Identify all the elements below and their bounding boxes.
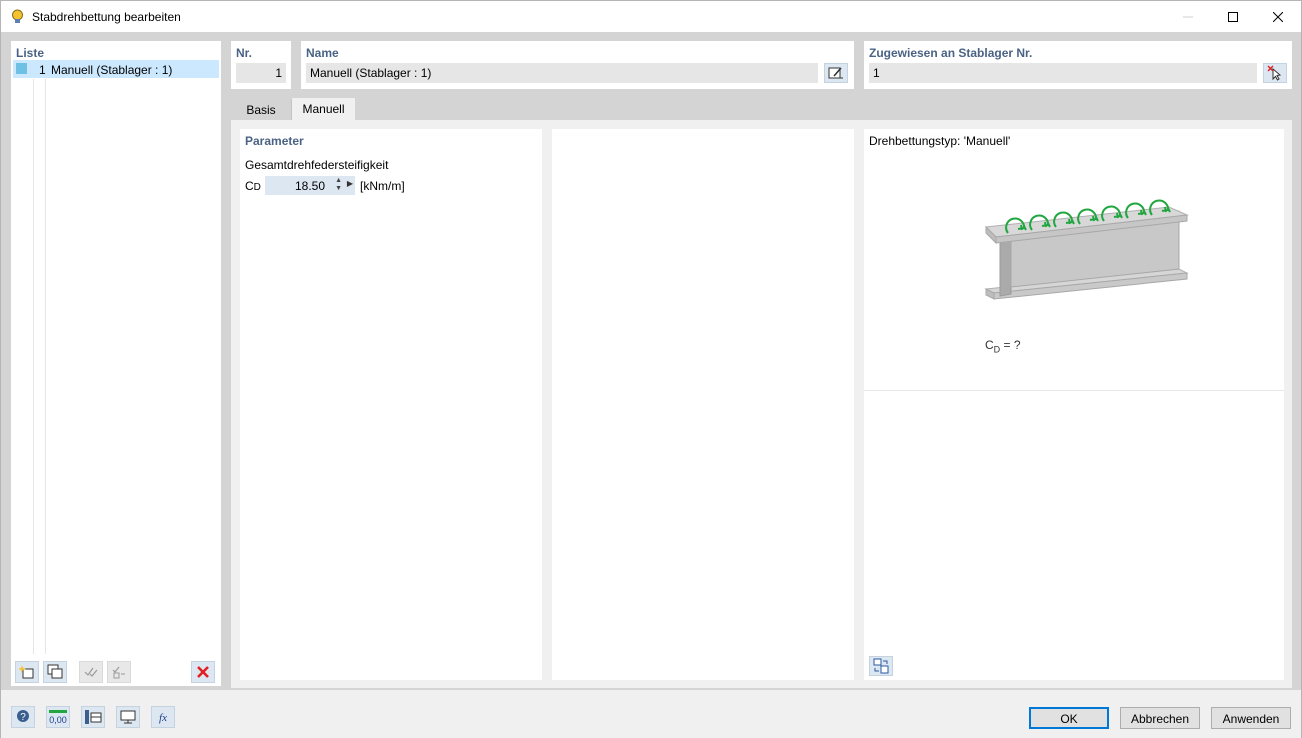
function-button[interactable]: fx [151,706,175,728]
window-title: Stabdrehbettung bearbeiten [32,10,181,24]
tree-guide-line [45,79,46,654]
edit-name-button[interactable] [824,63,848,83]
name-field[interactable]: Manuell (Stablager : 1) [306,63,818,83]
check-all-icon [84,667,98,677]
edit-name-icon [828,67,843,79]
list-item-number: 1 [39,63,46,77]
cancel-button[interactable]: Abbrechen [1120,707,1200,729]
list-item[interactable]: 1 Manuell (Stablager : 1) [13,60,219,78]
app-bulb-icon [12,9,23,23]
name-panel: Name Manuell (Stablager : 1) [301,41,854,89]
units-icon: 0,00 [49,710,67,725]
title-bar: Stabdrehbettung bearbeiten [1,1,1301,32]
copy-item-icon [47,664,63,679]
preview-panel: Drehbettungstyp: 'Manuell' CD = ? [864,129,1284,680]
list-panel: Liste 1 Manuell (Stablager : 1) [11,41,221,686]
swap-view-icon [873,658,889,674]
pick-button[interactable] [1263,63,1287,83]
dialog-body: Liste 1 Manuell (Stablager : 1) Nr. 1 Na… [1,32,1301,690]
help-icon: ? [17,710,29,723]
assigned-panel: Zugewiesen an Stablager Nr. 1 [864,41,1292,89]
nr-label: Nr. [236,46,253,60]
cd-unit: [kNm/m] [360,179,405,193]
beam-spring-icon [984,199,1189,300]
cd-symbol: CD [245,179,261,193]
bottom-bar: ? 0,00 fx OK Abbrechen Anwenden [1,690,1301,738]
maximize-icon [1228,11,1238,22]
cd-value-input[interactable]: 18.50 ▲ ▼ ▶ [265,176,355,195]
nr-field[interactable]: 1 [236,63,286,83]
display-icon [120,710,136,724]
dialog-window: Stabdrehbettung bearbeiten Liste 1 Manue… [0,0,1302,738]
maximize-button[interactable] [1210,1,1256,32]
svg-text:0,00: 0,00 [49,715,67,725]
new-item-button[interactable] [15,661,39,683]
nr-panel: Nr. 1 [231,41,291,89]
list-header: Liste [16,46,45,60]
cd-value: 18.50 [294,179,325,193]
new-item-icon [19,665,34,679]
info-table-icon [85,710,102,724]
help-button[interactable]: ? [11,706,35,728]
stiffness-label: Gesamtdrehfedersteifigkeit [245,158,389,172]
function-icon: fx [159,712,167,724]
list-item-label: Manuell (Stablager : 1) [51,63,173,77]
minimize-button[interactable] [1165,1,1211,32]
arrow-right-icon[interactable]: ▶ [347,179,353,188]
uncheck-button[interactable] [107,661,131,683]
assigned-field[interactable]: 1 [869,63,1257,83]
copy-item-button[interactable] [43,661,67,683]
name-label: Name [306,46,339,60]
close-icon [1273,11,1283,22]
swap-view-button[interactable] [869,656,893,676]
pick-cursor-icon [1267,65,1282,81]
ok-button[interactable]: OK [1029,707,1109,729]
delete-icon [197,666,209,678]
list-toolbar [15,661,217,683]
info-table-button[interactable] [81,706,105,728]
parameter-header: Parameter [245,134,304,148]
cd-caption: CD = ? [985,338,1021,355]
uncheck-icon [112,666,125,679]
units-button[interactable]: 0,00 [46,706,70,728]
tree-guide-line [33,79,34,654]
parameter-panel: Parameter Gesamtdrehfedersteifigkeit CD … [240,129,542,680]
minimize-icon [1183,16,1193,17]
empty-panel [552,129,854,680]
close-button[interactable] [1255,1,1301,32]
spinner-icon[interactable]: ▲ ▼ [335,177,342,193]
color-swatch [16,63,27,74]
tab-basis[interactable]: Basis [231,99,292,120]
assigned-label: Zugewiesen an Stablager Nr. [869,46,1033,60]
check-all-button[interactable] [79,661,103,683]
tab-manuell[interactable]: Manuell [292,98,355,120]
display-button[interactable] [116,706,140,728]
preview-title: Drehbettungstyp: 'Manuell' [869,134,1011,148]
preview-divider [864,390,1284,391]
delete-button[interactable] [191,661,215,683]
svg-text:fx: fx [159,712,167,724]
svg-text:?: ? [20,712,26,723]
apply-button[interactable]: Anwenden [1211,707,1291,729]
